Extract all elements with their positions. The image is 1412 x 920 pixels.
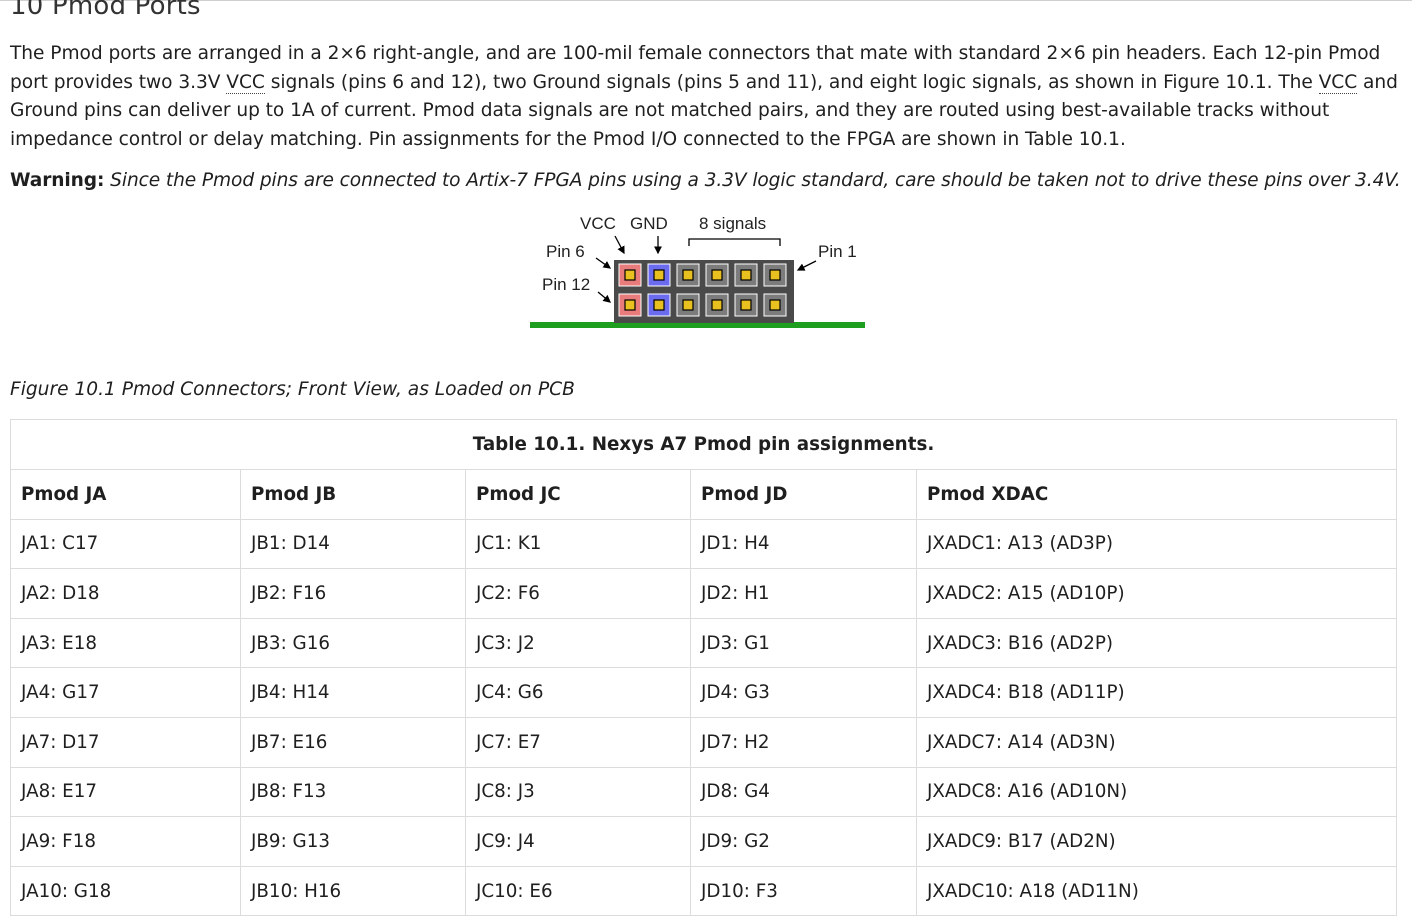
vcc-label: VCC bbox=[580, 214, 616, 233]
pin12-arrow bbox=[597, 291, 611, 303]
pin-assignment-cell: JD2: H1 bbox=[690, 568, 917, 619]
pmod-connector-figure: VCC GND 8 signals Pin 6 Pin 12 Pin 1 bbox=[530, 214, 865, 328]
pin-assignment-cell: JC2: F6 bbox=[465, 568, 691, 619]
pin-assignment-cell: JA4: G17 bbox=[10, 667, 241, 718]
pin-assignment-cell: JB8: F13 bbox=[240, 766, 466, 818]
pin-assignment-cell: JB2: F16 bbox=[240, 568, 466, 619]
pin-assignment-cell: JA8: E17 bbox=[10, 766, 241, 818]
pin-assignment-cell: JD9: G2 bbox=[690, 816, 917, 867]
pin-assignment-cell: JD7: H2 bbox=[690, 716, 917, 768]
pmod-pin-table: Table 10.1. Nexys A7 Pmod pin assignment… bbox=[10, 419, 1397, 917]
warning-label: Warning: bbox=[10, 170, 105, 191]
vcc-abbr: VCC bbox=[1318, 71, 1358, 94]
pin-assignment-cell: JXADC2: A15 (AD10P) bbox=[916, 568, 1397, 619]
table-row: JA8: E17 JB8: F13 JC8: J3 JD8: G4 JXADC8: A1… bbox=[10, 766, 1397, 818]
pin-assignment-cell: JA7: D17 bbox=[10, 716, 241, 768]
pin-assignment-cell: JD3: G1 bbox=[690, 617, 917, 669]
table-row: JA3: E18 JB3: G16 JC3: J2 JD3: G1 JXADC3: B1… bbox=[10, 617, 1397, 669]
warning-note: Warning: Since the Pmod pins are connect… bbox=[10, 167, 1410, 195]
pin-assignment-cell: JB10: H16 bbox=[240, 865, 466, 917]
pin-pad bbox=[682, 299, 694, 311]
pin-assignment-cell: JXADC8: A16 (AD10N) bbox=[916, 766, 1397, 818]
column-header: Pmod JC bbox=[465, 469, 691, 520]
pin-assignment-cell: JC7: E7 bbox=[465, 716, 691, 768]
pin-pad bbox=[711, 269, 723, 281]
pin-assignment-cell: JXADC10: A18 (AD11N) bbox=[916, 865, 1397, 917]
warning-text: Since the Pmod pins are connected to Art… bbox=[110, 170, 1401, 191]
pin-pad bbox=[769, 299, 781, 311]
pin-pad bbox=[624, 269, 636, 281]
pin-pad bbox=[740, 269, 752, 281]
pin-assignment-cell: JA9: F18 bbox=[10, 816, 241, 867]
pin-pad bbox=[711, 299, 723, 311]
column-header: Pmod JA bbox=[10, 469, 241, 520]
pin-assignment-cell: JD8: G4 bbox=[690, 766, 917, 818]
column-header: Pmod XDAC bbox=[916, 469, 1397, 520]
pin-assignment-cell: JA1: C17 bbox=[10, 518, 241, 570]
pin-assignment-cell: JXADC9: B17 (AD2N) bbox=[916, 816, 1397, 867]
table-body: JA1: C17 JB1: D14 JC1: K1 JD1: H4 JXADC1: A1… bbox=[10, 518, 1397, 917]
table-row: JA7: D17 JB7: E16 JC7: E7 JD7: H2 JXADC7: A1… bbox=[10, 716, 1397, 768]
gnd-label: GND bbox=[630, 214, 668, 233]
pin-assignment-cell: JD10: F3 bbox=[690, 865, 917, 917]
section-title: 10 Pmod Ports bbox=[10, 0, 201, 21]
pin-assignment-cell: JD1: H4 bbox=[690, 518, 917, 570]
table-header-row: Pmod JA Pmod JB Pmod JC Pmod JD Pmod XDAC bbox=[10, 469, 1397, 520]
pin-pad bbox=[769, 269, 781, 281]
pin-assignment-cell: JXADC1: A13 (AD3P) bbox=[916, 518, 1397, 570]
table-title: Table 10.1. Nexys A7 Pmod pin assignment… bbox=[10, 419, 1397, 470]
table-row: JA2: D18 JB2: F16 JC2: F6 JD2: H1 JXADC2: A1… bbox=[10, 568, 1397, 619]
pin-assignment-cell: JC3: J2 bbox=[465, 617, 691, 669]
vcc-arrow bbox=[614, 235, 625, 255]
column-header: Pmod JD bbox=[690, 469, 917, 520]
figure-caption: Figure 10.1 Pmod Connectors; Front View,… bbox=[10, 379, 575, 400]
table-row: JA10: G18 JB10: H16 JC10: E6 JD10: F3 JXADC1… bbox=[10, 865, 1397, 917]
vcc-abbr: VCC bbox=[226, 71, 265, 94]
pin-assignment-cell: JB1: D14 bbox=[240, 518, 466, 570]
pin-assignment-cell: JXADC4: B18 (AD11P) bbox=[916, 667, 1397, 718]
pin-assignment-cell: JC9: J4 bbox=[465, 816, 691, 867]
table-row: JA4: G17 JB4: H14 JC4: G6 JD4: G3 JXADC4: B1… bbox=[10, 667, 1397, 718]
pin-assignment-cell: JB7: E16 bbox=[240, 716, 466, 768]
table-row: JA1: C17 JB1: D14 JC1: K1 JD1: H4 JXADC1: A1… bbox=[10, 518, 1397, 570]
pin-pad bbox=[653, 299, 665, 311]
pin-pad bbox=[653, 269, 665, 281]
pin-assignment-cell: JB4: H14 bbox=[240, 667, 466, 718]
column-header: Pmod JB bbox=[240, 469, 466, 520]
table-row: JA9: F18 JB9: G13 JC9: J4 JD9: G2 JXADC9: B1… bbox=[10, 816, 1397, 867]
pin-assignment-cell: JB3: G16 bbox=[240, 617, 466, 669]
signals-bracket bbox=[688, 238, 781, 246]
pin1-arrow bbox=[796, 260, 817, 271]
pin6-label: Pin 6 bbox=[546, 242, 585, 261]
pin-assignment-cell: JA10: G18 bbox=[10, 865, 241, 917]
pin-assignment-cell: JC1: K1 bbox=[465, 518, 691, 570]
pin-assignment-cell: JXADC3: B16 (AD2P) bbox=[916, 617, 1397, 669]
pin-assignment-cell: JXADC7: A14 (AD3N) bbox=[916, 716, 1397, 768]
pin-assignment-cell: JB9: G13 bbox=[240, 816, 466, 867]
pin12-label: Pin 12 bbox=[542, 275, 590, 294]
pin-assignment-cell: JD4: G3 bbox=[690, 667, 917, 718]
pin-pad bbox=[624, 299, 636, 311]
pin-assignment-cell: JC10: E6 bbox=[465, 865, 691, 917]
pin-pad bbox=[740, 299, 752, 311]
pin-assignment-cell: JA2: D18 bbox=[10, 568, 241, 619]
intro-text-2: signals (pins 6 and 12), two Ground sign… bbox=[264, 71, 1319, 93]
pin-assignment-cell: JC8: J3 bbox=[465, 766, 691, 818]
pin1-label: Pin 1 bbox=[818, 242, 857, 261]
top-divider bbox=[0, 0, 1412, 1]
pin-assignment-cell: JA3: E18 bbox=[10, 617, 241, 669]
pin6-arrow bbox=[595, 257, 612, 269]
pin-assignment-cell: JC4: G6 bbox=[465, 667, 691, 718]
intro-paragraph: The Pmod ports are arranged in a 2×6 rig… bbox=[10, 40, 1405, 155]
pin-pad bbox=[682, 269, 694, 281]
signals-label: 8 signals bbox=[699, 214, 766, 233]
